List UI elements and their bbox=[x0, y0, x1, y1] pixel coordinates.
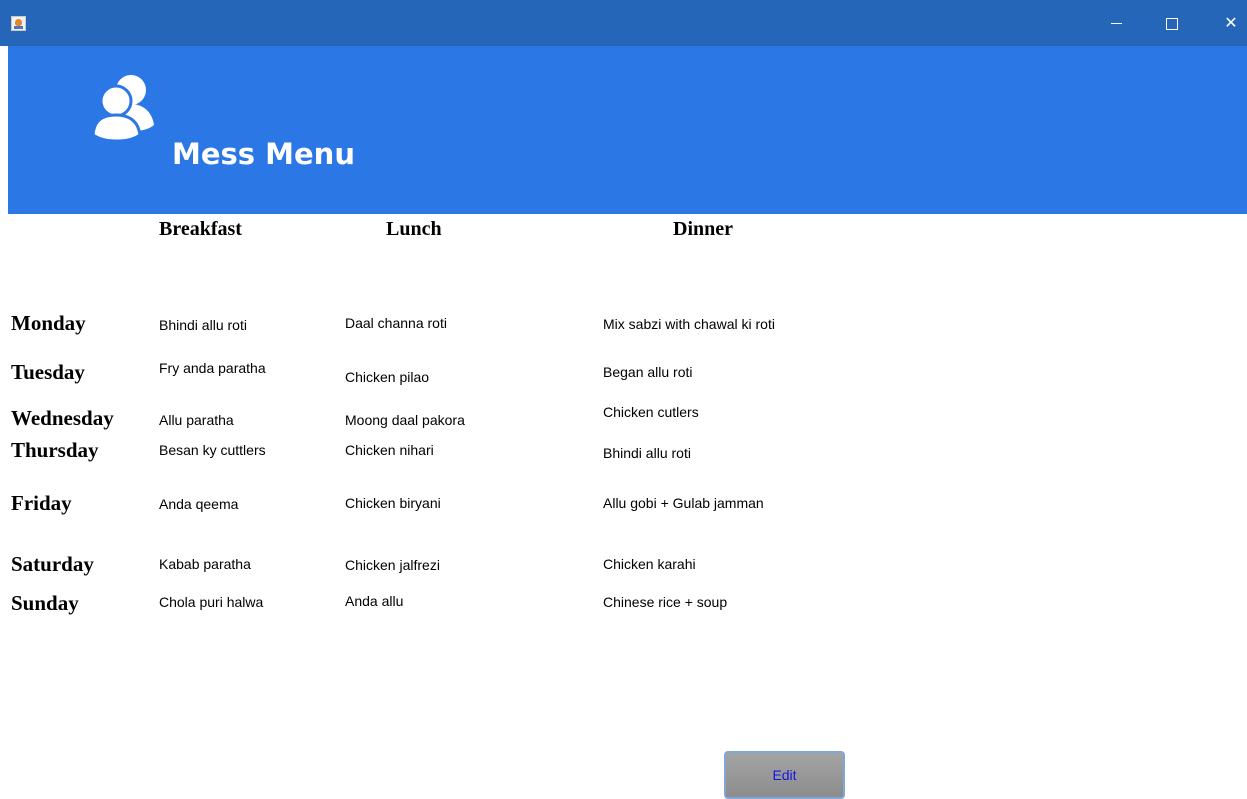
dinner-tuesday: Began allu roti bbox=[603, 364, 693, 380]
dinner-monday: Mix sabzi with chawal ki roti bbox=[603, 316, 775, 332]
lunch-friday: Chicken biryani bbox=[345, 495, 441, 511]
page-title: Mess Menu bbox=[172, 137, 355, 171]
dinner-thursday: Bhindi allu roti bbox=[603, 445, 691, 461]
breakfast-sunday: Chola puri halwa bbox=[159, 594, 264, 610]
day-label-saturday: Saturday bbox=[11, 552, 94, 576]
dinner-wednesday: Chicken cutlers bbox=[603, 404, 699, 420]
column-header-breakfast: Breakfast bbox=[159, 218, 242, 240]
dinner-saturday: Chicken karahi bbox=[603, 556, 696, 572]
maximize-icon[interactable] bbox=[1154, 8, 1190, 38]
day-label-thursday: Thursday bbox=[11, 438, 99, 462]
breakfast-friday: Anda qeema bbox=[159, 496, 239, 512]
java-cup-icon bbox=[11, 16, 26, 31]
dinner-friday: Allu gobi + Gulab jamman bbox=[603, 495, 764, 511]
column-header-dinner: Dinner bbox=[673, 218, 733, 240]
day-label-friday: Friday bbox=[11, 491, 72, 515]
breakfast-saturday: Kabab paratha bbox=[159, 556, 251, 572]
day-label-sunday: Sunday bbox=[11, 591, 79, 615]
lunch-saturday: Chicken jalfrezi bbox=[345, 557, 440, 573]
window-titlebar: ✕ bbox=[0, 0, 1247, 46]
breakfast-wednesday: Allu paratha bbox=[159, 412, 234, 428]
dinner-sunday: Chinese rice + soup bbox=[603, 594, 728, 610]
lunch-sunday: Anda allu bbox=[345, 593, 404, 609]
edit-button[interactable]: Edit bbox=[724, 751, 845, 799]
breakfast-monday: Bhindi allu roti bbox=[159, 317, 247, 333]
lunch-wednesday: Moong daal pakora bbox=[345, 412, 465, 428]
lunch-thursday: Chicken nihari bbox=[345, 442, 434, 458]
column-header-lunch: Lunch bbox=[386, 218, 442, 240]
header-banner bbox=[8, 46, 1247, 214]
day-label-tuesday: Tuesday bbox=[11, 360, 85, 384]
close-icon[interactable]: ✕ bbox=[1213, 8, 1247, 38]
lunch-tuesday: Chicken pilao bbox=[345, 369, 430, 385]
lunch-monday: Daal channa roti bbox=[345, 315, 447, 331]
minimize-icon[interactable] bbox=[1098, 8, 1134, 38]
day-label-wednesday: Wednesday bbox=[11, 406, 114, 430]
users-icon bbox=[91, 75, 154, 141]
breakfast-tuesday: Fry anda paratha bbox=[159, 360, 266, 376]
breakfast-thursday: Besan ky cuttlers bbox=[159, 442, 266, 458]
day-label-monday: Monday bbox=[11, 311, 86, 335]
